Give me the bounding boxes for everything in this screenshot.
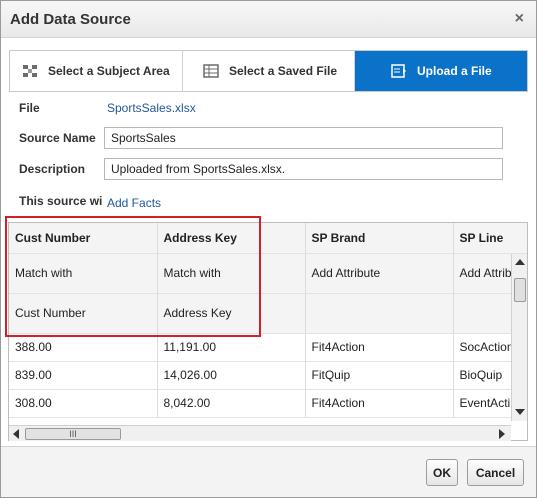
dialog-footer: OK Cancel [1, 446, 536, 497]
add-data-source-dialog: Add Data Source × Select a Subject Area … [0, 0, 537, 498]
saved-file-icon [203, 64, 219, 78]
description-label: Description [19, 162, 86, 176]
horizontal-scrollbar[interactable]: III [9, 425, 511, 441]
dialog-title-bar: Add Data Source × [1, 1, 536, 38]
column-header[interactable]: SP Line [453, 223, 527, 254]
file-link[interactable]: SportsSales.xlsx [107, 101, 196, 115]
vertical-scroll-thumb[interactable] [514, 278, 526, 302]
scroll-right-icon[interactable] [499, 429, 505, 439]
table-cell: 308.00 [9, 389, 158, 418]
table-row: 308.00 8,042.00 Fit4Action EventActi [9, 389, 527, 418]
vertical-scrollbar[interactable] [511, 254, 527, 421]
table-row: 388.00 11,191.00 Fit4Action SocAction [9, 333, 527, 362]
match-dropdown[interactable]: Add Attribute [305, 253, 454, 294]
scroll-up-icon[interactable] [515, 259, 525, 265]
tab-upload-a-file[interactable]: Upload a File [355, 51, 527, 91]
source-type-label: This source wi [19, 194, 103, 208]
horizontal-scroll-thumb[interactable]: III [25, 428, 121, 440]
subject-area-icon [22, 64, 38, 78]
file-label: File [19, 101, 40, 115]
table-cell: 8,042.00 [157, 389, 306, 418]
source-name-label: Source Name [19, 131, 96, 145]
scroll-left-icon[interactable] [13, 429, 19, 439]
column-header[interactable]: SP Brand [305, 223, 454, 254]
table-cell: FitQuip [305, 361, 454, 390]
tab-label: Upload a File [417, 64, 492, 78]
tab-select-subject-area[interactable]: Select a Subject Area [10, 51, 183, 91]
tab-label: Select a Saved File [229, 64, 338, 78]
upload-file-icon [391, 64, 407, 78]
ok-button[interactable]: OK [426, 459, 458, 486]
source-name-input[interactable] [104, 127, 503, 149]
table-cell: Fit4Action [305, 333, 454, 362]
match-target-cell [305, 293, 454, 334]
table-cell: 839.00 [9, 361, 158, 390]
highlight-box [5, 216, 261, 337]
add-facts-link[interactable]: Add Facts [107, 196, 161, 210]
table-cell: 11,191.00 [157, 333, 306, 362]
table-cell: 388.00 [9, 333, 158, 362]
tab-label: Select a Subject Area [48, 64, 170, 78]
dialog-title: Add Data Source [10, 11, 131, 28]
cancel-button[interactable]: Cancel [467, 459, 524, 486]
description-input[interactable] [104, 158, 503, 180]
tab-select-saved-file[interactable]: Select a Saved File [183, 51, 355, 91]
scroll-down-icon[interactable] [515, 409, 525, 415]
table-cell: Fit4Action [305, 389, 454, 418]
table-cell: 14,026.00 [157, 361, 306, 390]
close-icon[interactable]: × [515, 10, 524, 28]
table-row: 839.00 14,026.00 FitQuip BioQuip [9, 361, 527, 390]
source-tabs: Select a Subject Area Select a Saved Fil… [9, 50, 528, 92]
